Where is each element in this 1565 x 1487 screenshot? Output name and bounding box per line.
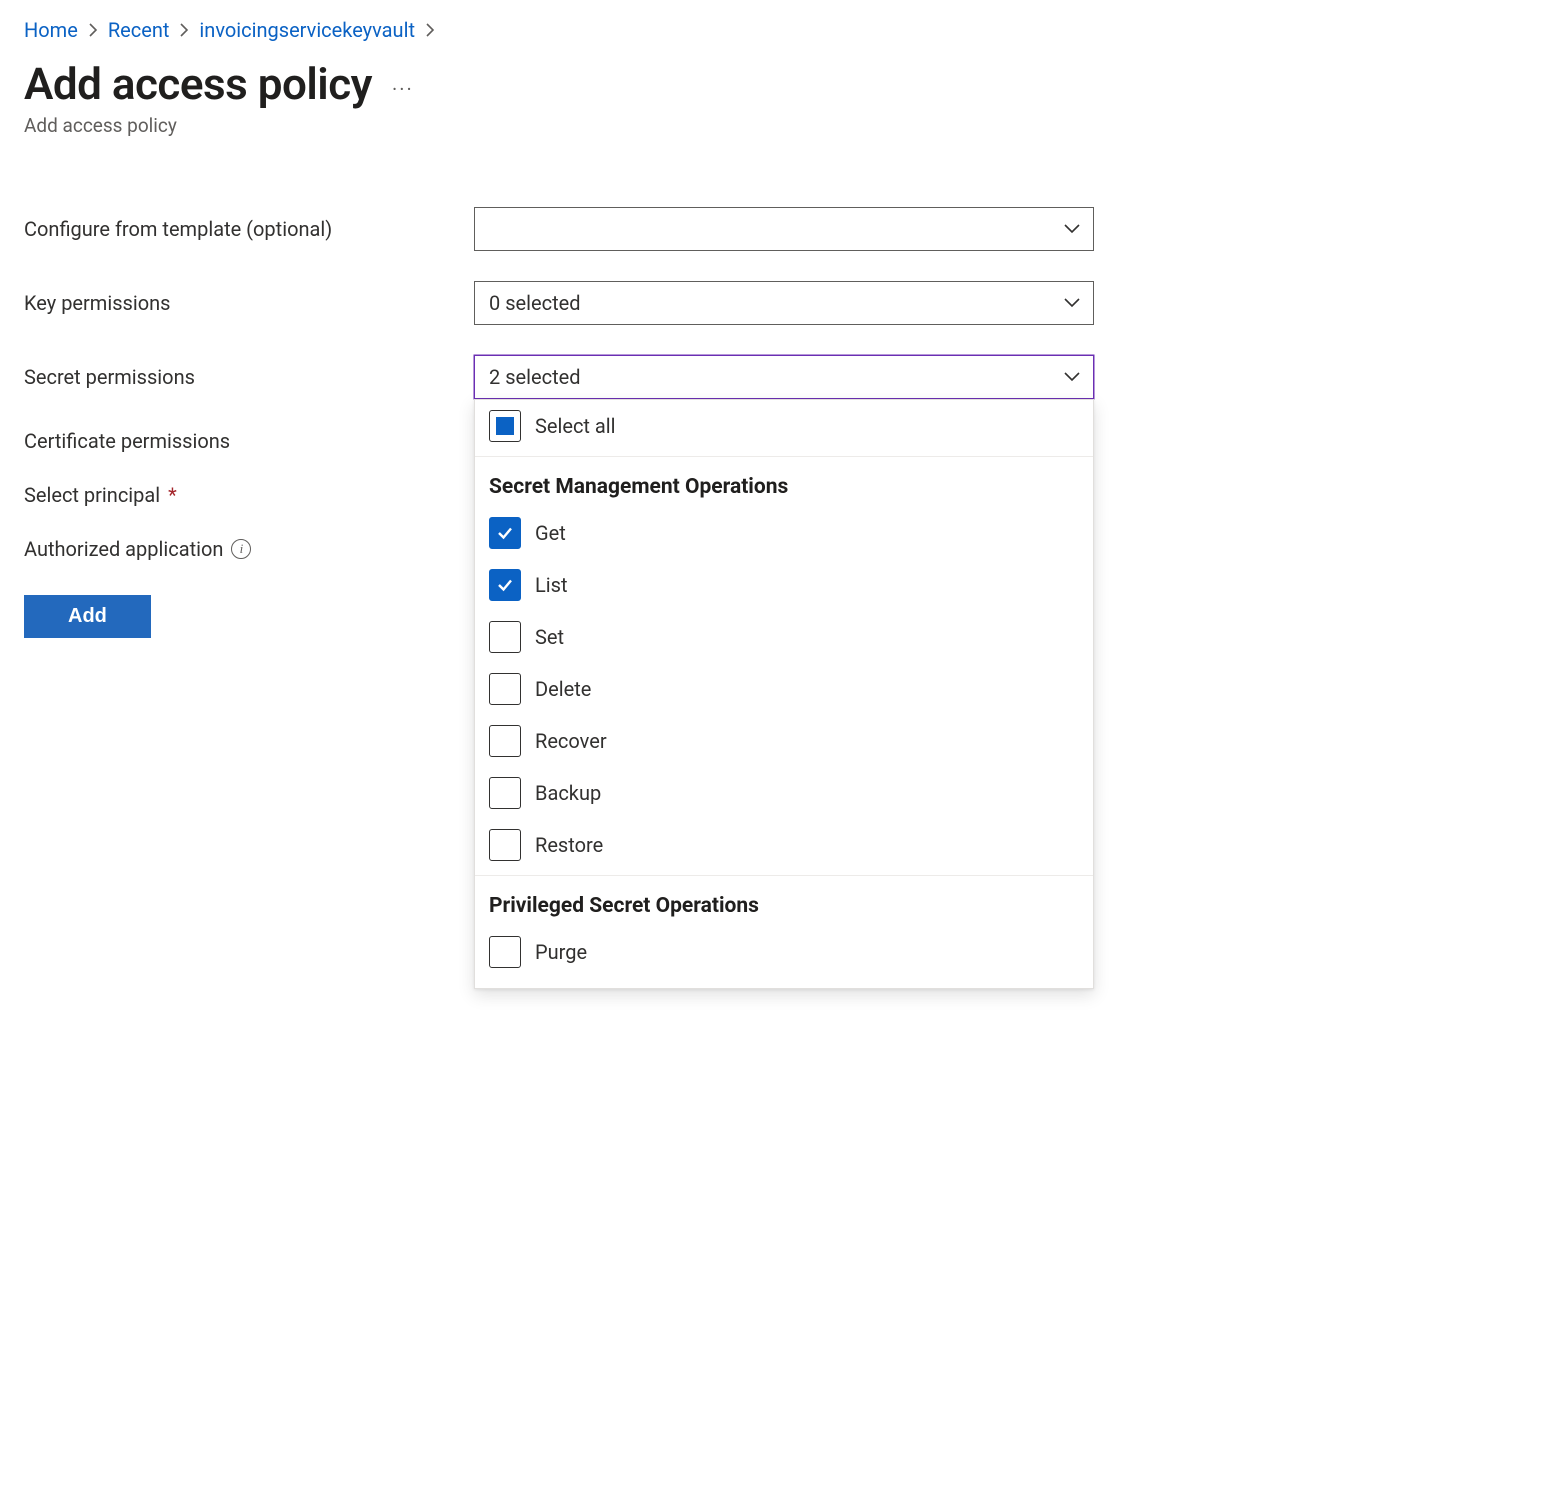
- option-label: Restore: [535, 833, 603, 857]
- option-set[interactable]: Set: [475, 611, 1093, 663]
- option-get[interactable]: Get: [475, 507, 1093, 559]
- checkbox-unchecked-icon: [489, 621, 521, 653]
- option-list[interactable]: List: [475, 559, 1093, 611]
- chevron-right-icon: [179, 23, 189, 37]
- certificate-permissions-label: Certificate permissions: [24, 429, 474, 453]
- chevron-right-icon: [88, 23, 98, 37]
- page-subtitle: Add access policy: [24, 114, 1541, 137]
- option-label: Set: [535, 625, 564, 649]
- checkbox-unchecked-icon: [489, 725, 521, 757]
- checkbox-checked-icon: [489, 517, 521, 549]
- checkbox-unchecked-icon: [489, 829, 521, 861]
- secret-permissions-label: Secret permissions: [24, 365, 474, 389]
- select-all-option[interactable]: Select all: [475, 400, 1093, 452]
- info-icon[interactable]: i: [231, 539, 251, 559]
- breadcrumb-resource[interactable]: invoicingservicekeyvault: [199, 18, 415, 42]
- select-all-label: Select all: [535, 414, 616, 438]
- add-button[interactable]: Add: [24, 595, 151, 638]
- checkbox-indeterminate-icon: [489, 410, 521, 442]
- option-label: List: [535, 573, 568, 597]
- secret-permissions-flyout: Select all Secret Management Operations …: [474, 399, 1094, 989]
- key-permissions-dropdown[interactable]: 0 selected: [474, 281, 1094, 325]
- checkbox-unchecked-icon: [489, 673, 521, 705]
- option-label: Purge: [535, 940, 587, 964]
- select-principal-text: Select principal: [24, 483, 160, 507]
- chevron-down-icon: [1063, 297, 1081, 309]
- checkbox-checked-icon: [489, 569, 521, 601]
- divider: [475, 875, 1093, 876]
- breadcrumb-recent[interactable]: Recent: [108, 18, 170, 42]
- group-header-privileged: Privileged Secret Operations: [475, 882, 1093, 926]
- group-header-secret-mgmt: Secret Management Operations: [475, 463, 1093, 507]
- more-actions-button[interactable]: ···: [392, 67, 414, 101]
- key-permissions-value: 0 selected: [489, 291, 581, 315]
- page-title: Add access policy: [24, 58, 372, 110]
- breadcrumb: Home Recent invoicingservicekeyvault: [24, 18, 1541, 42]
- option-backup[interactable]: Backup: [475, 767, 1093, 819]
- option-restore[interactable]: Restore: [475, 819, 1093, 871]
- chevron-right-icon: [425, 23, 435, 37]
- option-label: Get: [535, 521, 566, 545]
- option-purge[interactable]: Purge: [475, 926, 1093, 978]
- option-label: Recover: [535, 729, 607, 753]
- required-asterisk-icon: *: [168, 483, 177, 507]
- option-label: Delete: [535, 677, 591, 701]
- checkbox-unchecked-icon: [489, 936, 521, 968]
- checkbox-unchecked-icon: [489, 777, 521, 809]
- template-dropdown[interactable]: [474, 207, 1094, 251]
- secret-permissions-value: 2 selected: [489, 365, 581, 389]
- breadcrumb-home[interactable]: Home: [24, 18, 78, 42]
- template-label: Configure from template (optional): [24, 217, 474, 241]
- option-label: Backup: [535, 781, 601, 805]
- chevron-down-icon: [1063, 371, 1081, 383]
- divider: [475, 456, 1093, 457]
- secret-permissions-dropdown[interactable]: 2 selected: [474, 355, 1094, 399]
- option-recover[interactable]: Recover: [475, 715, 1093, 767]
- select-principal-label: Select principal *: [24, 483, 474, 507]
- chevron-down-icon: [1063, 223, 1081, 235]
- authorized-application-text: Authorized application: [24, 537, 223, 561]
- authorized-application-label: Authorized application i: [24, 537, 474, 561]
- key-permissions-label: Key permissions: [24, 291, 474, 315]
- option-delete[interactable]: Delete: [475, 663, 1093, 715]
